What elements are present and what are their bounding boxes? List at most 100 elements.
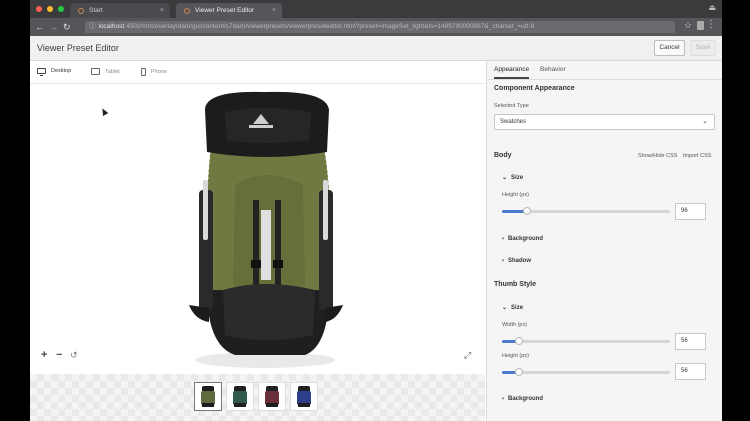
tab-favicon-icon [184, 7, 190, 14]
url-input[interactable]: ⓘ localhost:4502/mnt/overlay/dam/gui/cont… [85, 21, 675, 33]
monitor-icon [37, 68, 46, 76]
swatch-strip [30, 374, 485, 421]
browser-tab-start[interactable]: Start × [70, 3, 170, 18]
swatch-color [233, 391, 247, 405]
background-label: Background [508, 396, 544, 402]
component-appearance-title: Component Appearance [494, 85, 575, 92]
zoom-out-icon[interactable]: − [56, 350, 62, 361]
background-label: Background [508, 236, 544, 242]
thumb-height-slider[interactable] [502, 368, 670, 376]
device-tablet-button[interactable]: Tablet [91, 68, 120, 75]
browser-tab-viewer-preset-editor[interactable]: Viewer Preset Editor × [176, 3, 282, 18]
tablet-icon [91, 68, 100, 75]
selected-type-label: Selected Type [494, 103, 529, 109]
user-profile-icon[interactable]: ⏏ [708, 3, 716, 12]
swatch-color [297, 391, 311, 405]
thumb-background-toggle[interactable]: › Background [502, 396, 543, 402]
browser-menu-icon[interactable]: ⋮ [706, 19, 716, 30]
chevron-down-icon: ⌄ [502, 175, 508, 181]
thumb-width-slider[interactable] [502, 337, 670, 345]
device-label: Desktop [51, 68, 72, 74]
thumb-height-input[interactable]: 56 [675, 363, 706, 380]
browser-tab-bar: Start × Viewer Preset Editor × ⏏ [30, 0, 722, 18]
thumb-height-label: Height (px) [502, 353, 529, 359]
chevron-right-icon: › [502, 258, 504, 264]
chevron-down-icon: ⌄ [702, 118, 708, 125]
maximize-window-button[interactable] [58, 6, 64, 12]
window-controls [36, 6, 64, 12]
tab-label: Viewer Preset Editor [195, 7, 255, 14]
show-hide-css-link[interactable]: Show/Hide CSS [638, 153, 677, 159]
browser-address-bar: ← → ↻ ⓘ localhost:4502/mnt/overlay/dam/gu… [30, 18, 722, 36]
tab-appearance[interactable]: Appearance [494, 66, 530, 79]
body-section-title: Body [494, 152, 512, 159]
reload-icon[interactable]: ↻ [63, 21, 71, 33]
swatch-thumbnail[interactable] [226, 382, 254, 411]
url-host: localhost [98, 23, 125, 30]
fullscreen-icon[interactable]: ⤢ [464, 350, 471, 361]
size-label: Size [511, 305, 524, 311]
swatch-backpack-image [201, 386, 215, 407]
zoom-in-icon[interactable]: + [41, 350, 47, 361]
thumb-style-title: Thumb Style [494, 281, 537, 288]
body-background-toggle[interactable]: › Background [502, 236, 543, 242]
chevron-right-icon: › [502, 396, 504, 402]
phone-icon [141, 68, 146, 76]
url-path: :4502/mnt/overlay/dam/gui/content/s7dam/… [124, 23, 535, 30]
save-button[interactable]: Save [690, 40, 716, 56]
chevron-right-icon: › [502, 236, 504, 242]
app-header: Viewer Preset Editor Cancel Save [30, 36, 722, 61]
body-size-toggle[interactable]: ⌄ Size [502, 174, 523, 181]
forward-arrow-icon[interactable]: → [49, 21, 58, 33]
thumb-size-toggle[interactable]: ⌄ Size [502, 304, 523, 311]
body-height-label: Height (px) [502, 192, 529, 198]
swatch-thumbnail[interactable] [258, 382, 286, 411]
thumb-width-label: Width (px) [502, 322, 528, 328]
device-label: Phone [151, 69, 167, 75]
minimize-window-button[interactable] [47, 6, 53, 12]
import-css-link[interactable]: Import CSS [683, 153, 711, 159]
swatch-color [201, 391, 215, 405]
swatch-thumbnail[interactable] [290, 382, 318, 411]
body-shadow-toggle[interactable]: › Shadow [502, 258, 531, 264]
mouse-cursor-icon [99, 107, 109, 116]
back-arrow-icon[interactable]: ← [35, 21, 44, 33]
tab-label: Start [89, 7, 103, 14]
swatch-thumbnail[interactable] [194, 382, 222, 411]
device-label: Tablet [105, 68, 120, 75]
properties-panel: Appearance Behavior Component Appearance… [486, 61, 722, 421]
swatch-backpack-image [265, 386, 279, 407]
screen: Start × Viewer Preset Editor × ⏏ ← → ↻ ⓘ… [30, 0, 722, 421]
close-window-button[interactable] [36, 6, 42, 12]
body-height-input[interactable]: 96 [675, 203, 706, 220]
viewer-preview[interactable]: + − ↺ ⤢ [30, 84, 485, 374]
tab-close-icon[interactable]: × [160, 7, 164, 14]
body-height-slider[interactable] [502, 207, 670, 215]
page-title: Viewer Preset Editor [37, 43, 119, 53]
reset-zoom-icon[interactable]: ↺ [70, 350, 78, 361]
tab-close-icon[interactable]: × [272, 7, 276, 14]
slider-handle[interactable] [523, 207, 532, 215]
slider-handle[interactable] [514, 368, 523, 376]
selected-type-select[interactable]: Swatches ⌄ [494, 114, 715, 130]
slider-handle[interactable] [514, 337, 523, 345]
tab-behavior[interactable]: Behavior [540, 66, 566, 73]
size-label: Size [511, 175, 524, 181]
device-toolbar: Desktop Tablet Phone [30, 61, 485, 84]
tab-favicon-icon [78, 7, 84, 14]
selected-type-value: Swatches [500, 119, 527, 125]
device-desktop-button[interactable]: Desktop [37, 68, 72, 76]
backpack-image[interactable] [165, 90, 365, 375]
swatch-backpack-image [297, 386, 311, 407]
bookmark-star-icon[interactable]: ☆ [684, 20, 692, 31]
page-info-icon: ⓘ [89, 23, 96, 30]
shadow-label: Shadow [508, 258, 532, 264]
panel-tabs: Appearance Behavior [487, 61, 722, 80]
device-phone-button[interactable]: Phone [141, 68, 167, 76]
chevron-down-icon: ⌄ [502, 305, 508, 311]
swatch-color [265, 391, 279, 405]
cancel-button[interactable]: Cancel [654, 40, 685, 56]
extension-icon[interactable] [697, 21, 704, 30]
swatch-backpack-image [233, 386, 247, 407]
thumb-width-input[interactable]: 56 [675, 333, 706, 350]
